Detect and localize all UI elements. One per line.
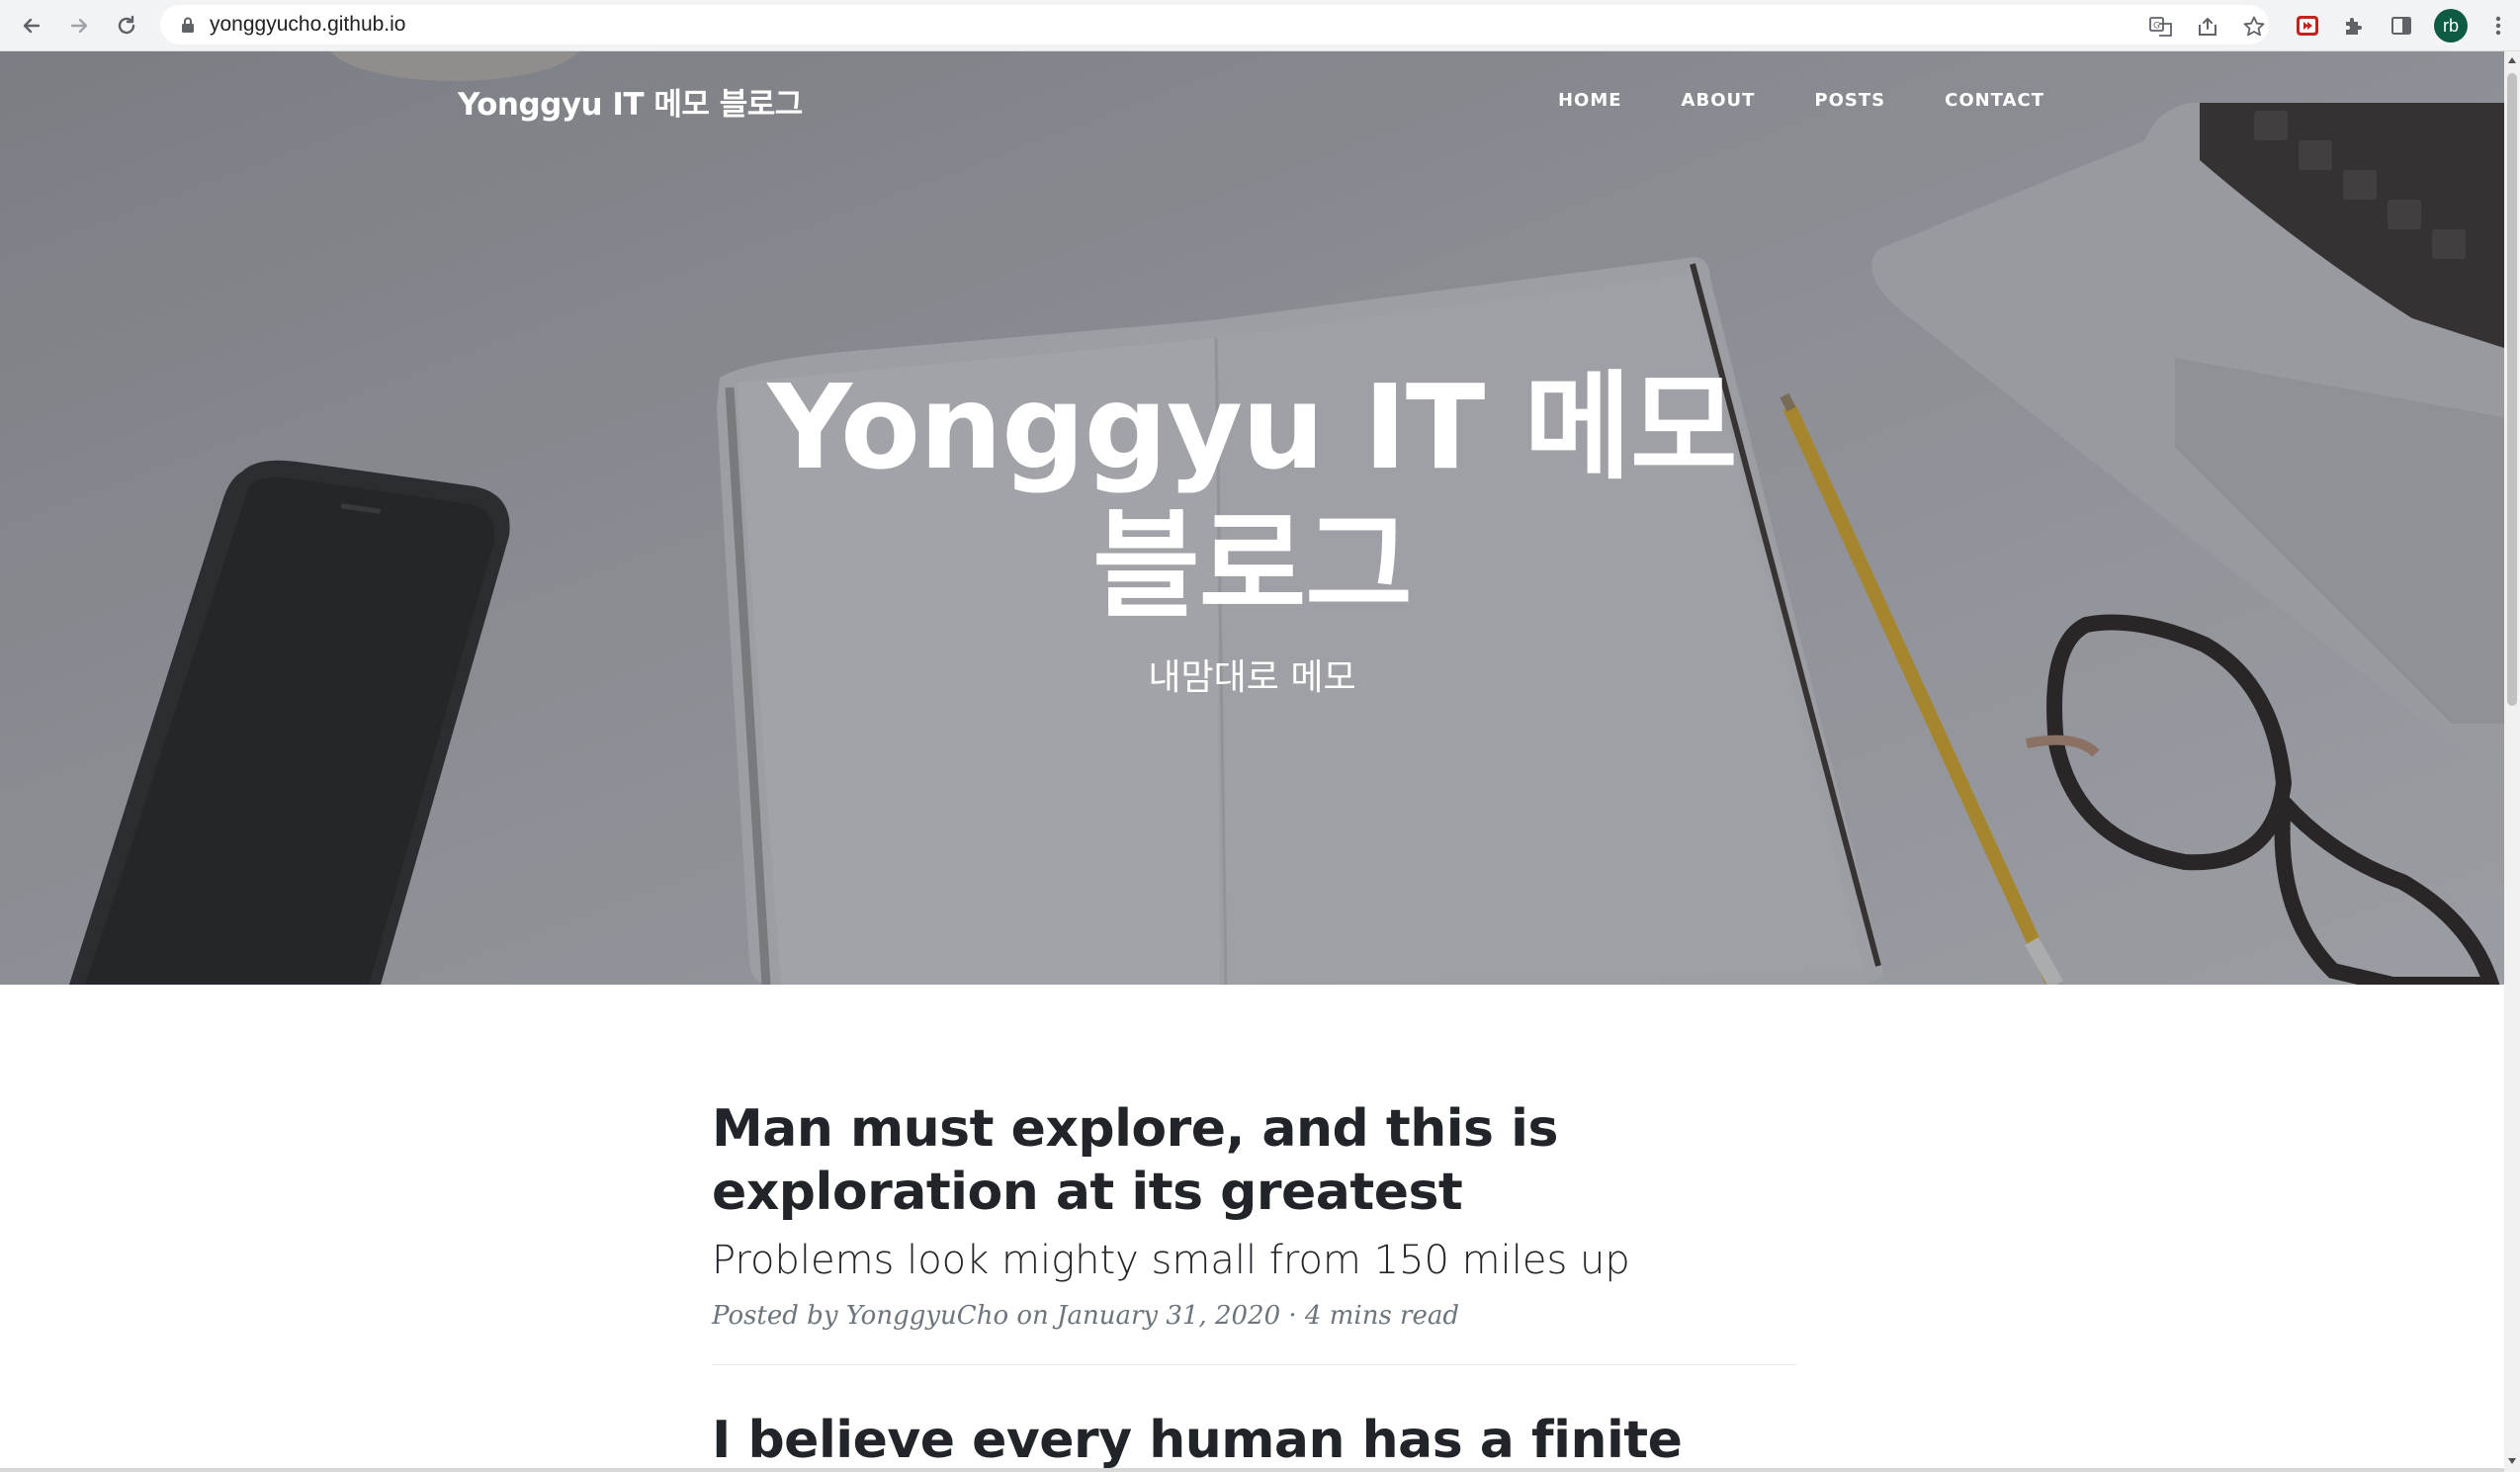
browser-toolbar: yonggyucho.github.io G rb — [0, 0, 2520, 51]
post-divider — [712, 1364, 1796, 1365]
window-bottom-edge — [0, 1468, 2504, 1472]
reload-button[interactable] — [109, 8, 144, 43]
nav-posts-link[interactable]: POSTS — [1814, 90, 1885, 111]
main-nav: HOME ABOUT POSTS CONTACT — [1558, 90, 2044, 111]
bookmark-star-icon[interactable] — [2240, 13, 2268, 41]
back-arrow-icon — [23, 18, 41, 34]
post-preview[interactable]: I believe every human has a finite — [712, 1409, 1796, 1472]
post-list: Man must explore, and this is exploratio… — [712, 1097, 1796, 1472]
profile-avatar[interactable]: rb — [2434, 9, 2468, 43]
back-button[interactable] — [14, 8, 49, 43]
address-bar[interactable]: yonggyucho.github.io G — [160, 5, 2269, 44]
post-meta: Posted by YonggyuCho on January 31, 2020… — [712, 1301, 1796, 1331]
forward-arrow-icon — [70, 18, 88, 34]
scroll-down-arrow-icon[interactable] — [2508, 1458, 2516, 1464]
side-panel-icon[interactable] — [2384, 8, 2419, 43]
extension-red-icon[interactable] — [2290, 8, 2325, 43]
nav-contact-link[interactable]: CONTACT — [1945, 90, 2044, 111]
hero-title: Yonggyu IT 메모 블로그 — [767, 359, 1737, 634]
hero-header: Yonggyu IT 메모 블로그 HOME ABOUT POSTS CONTA… — [0, 51, 2504, 985]
page-scrollbar[interactable] — [2504, 51, 2520, 1472]
nav-about-link[interactable]: ABOUT — [1682, 90, 1756, 111]
post-preview[interactable]: Man must explore, and this is exploratio… — [712, 1097, 1796, 1331]
hero-heading: Yonggyu IT 메모 블로그 내맘대로 메모 — [0, 358, 2504, 700]
extensions-puzzle-icon[interactable] — [2336, 8, 2372, 43]
reload-icon — [118, 15, 135, 35]
hero-subtitle: 내맘대로 메모 — [1148, 657, 1356, 698]
svg-text:G: G — [2153, 22, 2160, 32]
post-title[interactable]: I believe every human has a finite — [712, 1409, 1796, 1472]
nav-home-link[interactable]: HOME — [1558, 90, 1622, 111]
author-link[interactable]: YonggyuCho — [846, 1301, 1008, 1331]
post-title[interactable]: Man must explore, and this is exploratio… — [712, 1097, 1796, 1224]
read-time: · 4 mins read — [1288, 1301, 1460, 1331]
scroll-up-arrow-icon[interactable] — [2508, 57, 2516, 63]
meta-date: on January 31, 2020 — [1016, 1301, 1281, 1331]
forward-button[interactable] — [61, 8, 97, 43]
site-brand-link[interactable]: Yonggyu IT 메모 블로그 — [458, 79, 803, 124]
scroll-thumb[interactable] — [2507, 73, 2517, 706]
meta-prefix: Posted by — [712, 1301, 838, 1331]
post-subtitle[interactable]: Problems look mighty small from 150 mile… — [712, 1236, 1796, 1285]
share-icon[interactable] — [2194, 13, 2221, 41]
more-menu-icon[interactable] — [2480, 8, 2516, 43]
lock-icon[interactable] — [180, 16, 196, 34]
translate-icon[interactable]: G — [2147, 13, 2175, 41]
url-text[interactable]: yonggyucho.github.io — [210, 5, 406, 44]
